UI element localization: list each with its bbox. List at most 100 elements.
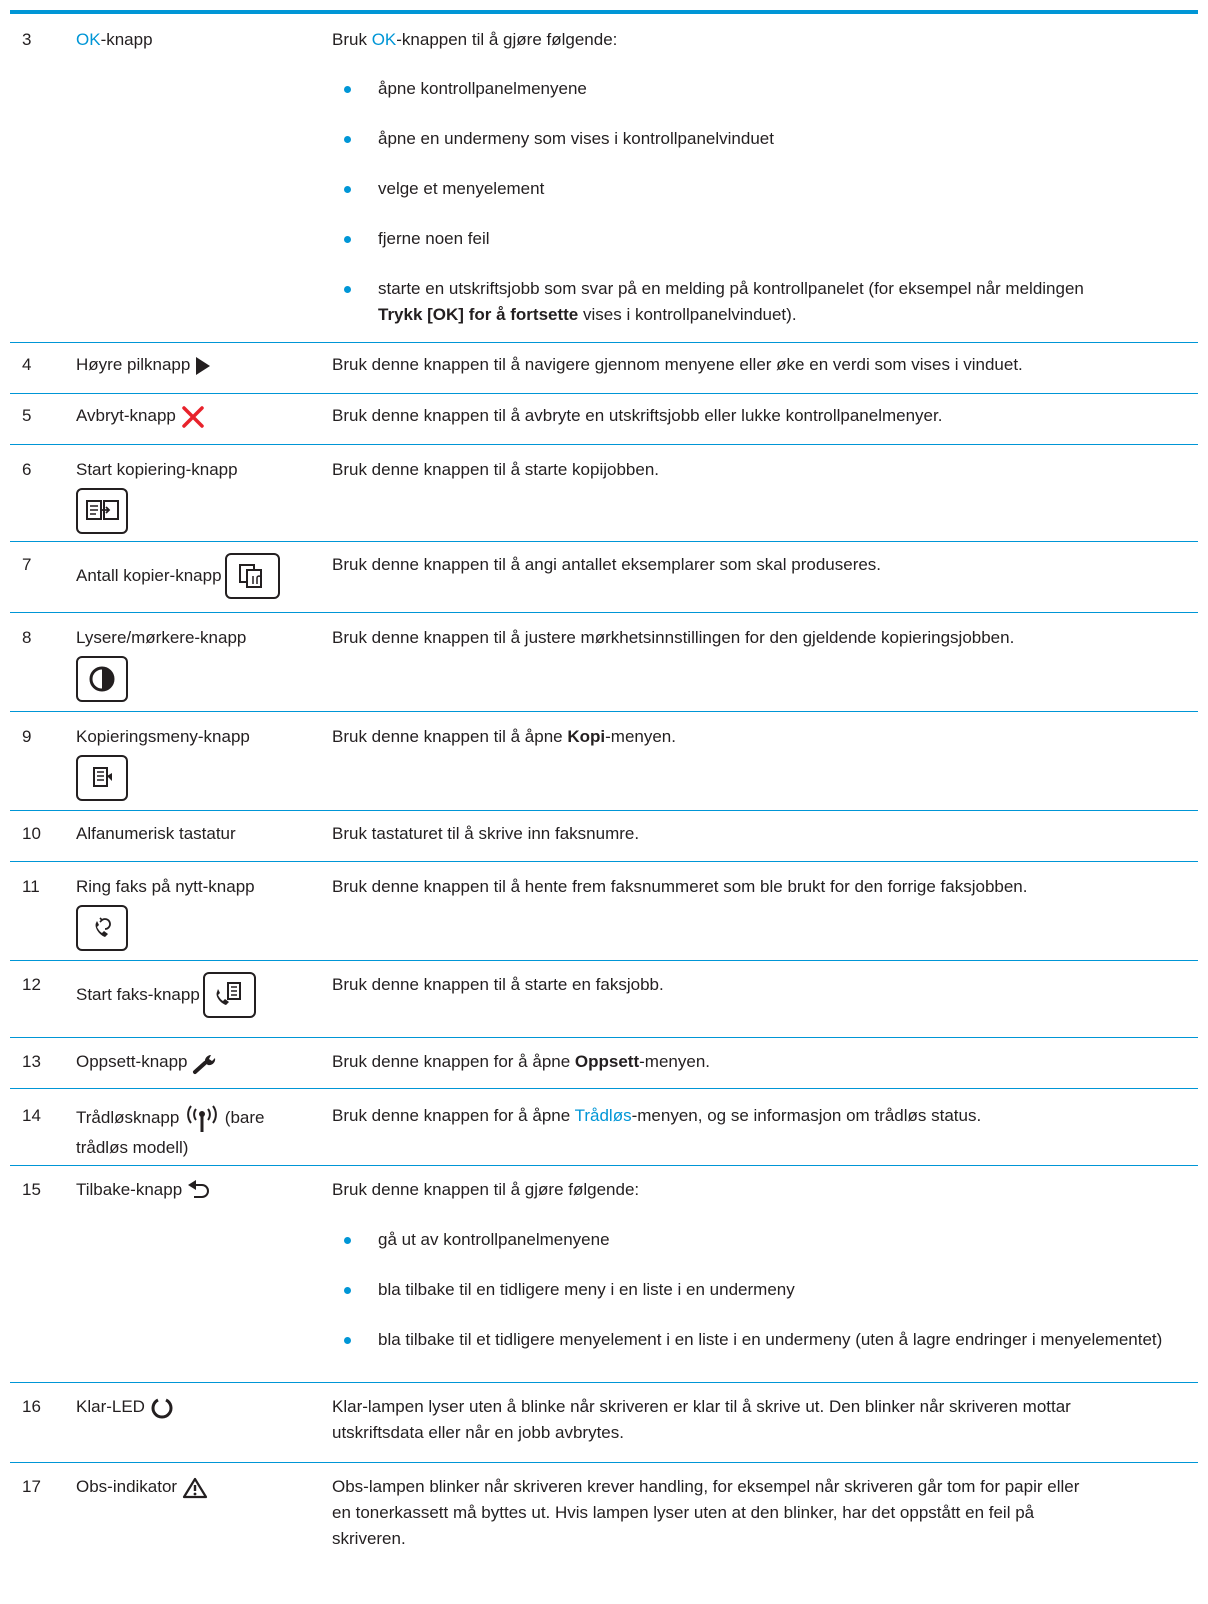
ready-led-icon — [151, 1398, 173, 1419]
table-row: 5 Avbryt-knapp Bruk denne knappen til å … — [10, 394, 1198, 445]
row-number: 5 — [22, 406, 32, 425]
desc-text: Bruk denne knappen til å åpne — [332, 727, 568, 746]
table-row: 7 Antall kopier-knapp Bruk denne knappen… — [10, 542, 1198, 613]
table-row: 11 Ring faks på nytt-knapp Bruk denne kn… — [10, 862, 1198, 961]
ok-highlight: OK — [76, 30, 101, 49]
item-description: Bruk tastaturet til å skrive inn faksnum… — [332, 824, 640, 843]
bullet-text: starte en utskriftsjobb som svar på en m… — [378, 276, 1188, 328]
table-row: 9 Kopieringsmeny-knapp Bruk denne knappe… — [10, 712, 1198, 811]
table-row: 15 Tilbake-knapp Bruk denne knappen til … — [10, 1166, 1198, 1383]
item-label: Høyre pilknapp — [76, 352, 326, 378]
row-number: 3 — [22, 30, 32, 49]
table-row: 10 Alfanumerisk tastatur Bruk tastaturet… — [10, 811, 1198, 862]
table-row: 14 Trådløsknapp (bare trådløs modell) Bru… — [10, 1089, 1198, 1166]
desc-text: Klar-lampen lyser uten å blinke når skri… — [332, 1397, 1071, 1416]
item-description: Bruk denne knappen for å åpne Oppsett-me… — [332, 1049, 1190, 1075]
row-number: 16 — [22, 1397, 41, 1416]
item-label-text: Lysere/mørkere-knapp — [76, 628, 247, 647]
bullet-text-part: vises i kontrollpanelvinduet). — [578, 305, 797, 324]
row-number: 6 — [22, 460, 32, 479]
table-row: 16 Klar-LED Klar-lampen lyser uten å bli… — [10, 1383, 1198, 1463]
item-description: Bruk denne knappen til å starte en faksj… — [332, 975, 664, 994]
bullet-icon — [344, 136, 351, 143]
bullet-text: bla tilbake til en tidligere meny i en l… — [378, 1280, 795, 1299]
desc-bold: Kopi — [567, 727, 606, 746]
wireless-link-text: Trådløs — [574, 1106, 632, 1125]
item-label-text: Ring faks på nytt-knapp — [76, 877, 255, 896]
item-label-text: Høyre pilknapp — [76, 355, 191, 374]
wrench-icon — [193, 1054, 216, 1074]
item-label: Alfanumerisk tastatur — [76, 824, 236, 843]
item-description: Bruk denne knappen for å åpne Trådløs-me… — [332, 1103, 1190, 1129]
item-description: Obs-lampen blinker når skriveren krever … — [332, 1474, 1190, 1552]
row-number: 4 — [22, 355, 32, 374]
item-label: Start kopiering-knapp — [76, 457, 326, 534]
copy-menu-icon — [76, 755, 128, 801]
item-label: Ring faks på nytt-knapp — [76, 874, 326, 951]
row-number: 15 — [22, 1180, 41, 1199]
row-number: 10 — [22, 824, 41, 843]
bullet-text: bla tilbake til et tidligere menyelement… — [378, 1330, 1163, 1349]
item-label: Obs-indikator — [76, 1474, 326, 1500]
item-label-text: Oppsett-knapp — [76, 1052, 188, 1071]
item-label: Kopieringsmeny-knapp — [76, 724, 326, 801]
item-label: Start faks-knapp — [76, 972, 326, 1018]
table-row: 12 Start faks-knapp Bruk denne knappen t… — [10, 961, 1198, 1038]
bullet-icon — [344, 86, 351, 93]
start-fax-icon — [202, 972, 256, 1018]
right-arrow-icon — [196, 356, 211, 375]
desc-text: -menyen, og se informasjon om trådløs st… — [631, 1106, 982, 1125]
row-number: 13 — [22, 1052, 41, 1071]
row-number: 7 — [22, 555, 32, 574]
row-number: 11 — [22, 877, 40, 896]
item-label-text: Antall kopier-knapp — [76, 566, 222, 585]
bullet-text-part: starte en utskriftsjobb som svar på en m… — [378, 279, 1084, 298]
item-label-text: Obs-indikator — [76, 1477, 178, 1496]
row-number: 8 — [22, 628, 32, 647]
bullet-icon — [344, 236, 351, 243]
item-label: Antall kopier-knapp — [76, 553, 326, 599]
bullet-icon — [344, 186, 351, 193]
item-label: Klar-LED — [76, 1394, 326, 1420]
item-label-text: Start kopiering-knapp — [76, 460, 238, 479]
row-number: 17 — [22, 1477, 41, 1496]
item-label-text: Klar-LED — [76, 1397, 145, 1416]
desc-text: -knappen til å gjøre følgende: — [396, 30, 618, 49]
item-label: Oppsett-knapp — [76, 1049, 326, 1075]
desc-text: Obs-lampen blinker når skriveren krever … — [332, 1477, 1080, 1496]
desc-text: Bruk — [332, 30, 372, 49]
item-description: Bruk denne knappen til å avbryte en utsk… — [332, 406, 943, 425]
row-number: 14 — [22, 1106, 41, 1125]
item-label-text: (bare — [224, 1108, 265, 1127]
item-label-rest: -knapp — [100, 30, 153, 49]
item-label: Trådløsknapp (bare trådløs modell) — [76, 1103, 326, 1163]
row-number: 12 — [22, 975, 41, 994]
table-row: 6 Start kopiering-knapp Bruk denne knapp… — [10, 445, 1198, 542]
bullet-icon — [344, 1337, 351, 1344]
bullet-icon — [344, 286, 351, 293]
item-description: Bruk OK-knappen til å gjøre følgende: — [332, 27, 1190, 53]
item-description: Bruk denne knappen til å justere mørkhet… — [332, 628, 1015, 647]
desc-bold: Oppsett — [574, 1052, 640, 1071]
bullet-icon — [344, 1287, 351, 1294]
item-description: Bruk denne knappen til å navigere gjenno… — [332, 355, 1023, 374]
redial-fax-icon — [76, 905, 128, 951]
table-row: 8 Lysere/mørkere-knapp Bruk denne knappe… — [10, 613, 1198, 712]
bullet-text: åpne en undermeny som vises i kontrollpa… — [378, 129, 774, 148]
item-description: Bruk denne knappen til å gjøre følgende: — [332, 1180, 640, 1199]
desc-text: -menyen. — [639, 1052, 711, 1071]
lighter-darker-icon — [76, 656, 128, 702]
item-label: OK-knapp — [76, 27, 326, 53]
bullet-text: velge et menyelement — [378, 179, 545, 198]
item-description: Bruk denne knappen til å åpne Kopi-menye… — [332, 724, 1190, 750]
table-row: 4 Høyre pilknapp Bruk denne knappen til … — [10, 343, 1198, 394]
item-label: Lysere/mørkere-knapp — [76, 625, 326, 702]
item-description: Bruk denne knappen til å hente frem faks… — [332, 877, 1028, 896]
back-arrow-icon — [187, 1179, 209, 1198]
bullet-bold-text: Trykk [OK] for å fortsette — [378, 305, 579, 324]
item-description: Bruk denne knappen til å starte kopijobb… — [332, 460, 660, 479]
desc-text: Bruk denne knappen for å åpne — [332, 1052, 575, 1071]
item-label: Tilbake-knapp — [76, 1177, 326, 1203]
control-panel-table: 3 OK-knapp Bruk OK-knappen til å gjøre f… — [10, 14, 1198, 1565]
item-label-text: Start faks-knapp — [76, 985, 200, 1004]
